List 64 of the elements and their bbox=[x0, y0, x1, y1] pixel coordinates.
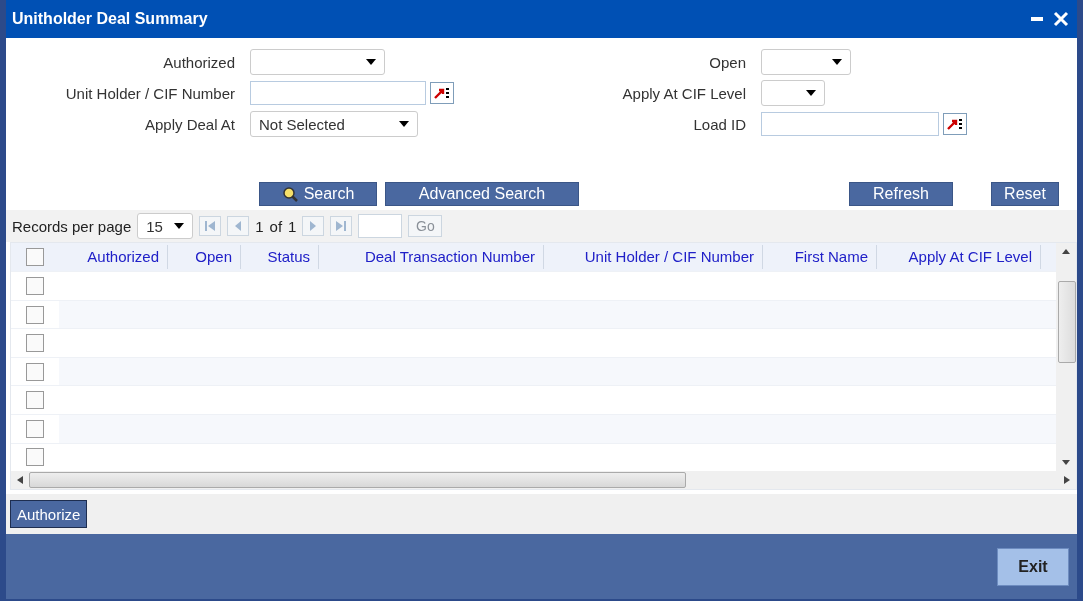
window-title: Unitholder Deal Summary bbox=[12, 10, 208, 28]
field-label: Load ID bbox=[692, 115, 746, 133]
row-checkbox[interactable] bbox=[26, 334, 44, 353]
field-label: Apply At CIF Level bbox=[621, 84, 746, 102]
first-page-button[interactable] bbox=[199, 216, 222, 236]
first-page-icon bbox=[204, 220, 217, 232]
arrow-list-icon bbox=[434, 87, 450, 99]
previous-page-icon bbox=[233, 220, 244, 232]
caret-icon bbox=[832, 59, 842, 65]
exit-button[interactable]: Exit bbox=[997, 547, 1069, 586]
column-header[interactable]: Apply At CIF Level bbox=[877, 245, 1041, 270]
close-icon[interactable] bbox=[1053, 11, 1069, 27]
scroll-right-icon[interactable] bbox=[1064, 476, 1070, 484]
page-input-field[interactable] bbox=[358, 214, 403, 238]
next-page-button[interactable] bbox=[302, 216, 325, 236]
search-icon bbox=[281, 186, 298, 202]
caret-icon bbox=[366, 59, 376, 65]
field-label: Authorized bbox=[162, 53, 235, 71]
vertical-scrollbar[interactable] bbox=[1056, 243, 1076, 471]
caret-icon bbox=[399, 121, 409, 127]
horizontal-scrollbar[interactable] bbox=[11, 471, 1076, 489]
row-checkbox[interactable] bbox=[26, 448, 44, 467]
lookup-button[interactable] bbox=[943, 113, 967, 135]
column-header[interactable]: Unit Holder / CIF Number bbox=[544, 245, 763, 270]
field-label: Open bbox=[708, 53, 746, 71]
field-label: Unit Holder / CIF Number bbox=[64, 84, 235, 102]
column-header[interactable]: First Name bbox=[763, 245, 877, 270]
current-page: 1 bbox=[255, 217, 264, 235]
lookup-button[interactable] bbox=[430, 82, 454, 104]
row-checkbox[interactable] bbox=[26, 305, 44, 324]
dropdown[interactable] bbox=[250, 49, 385, 75]
dropdown[interactable] bbox=[761, 80, 825, 106]
scroll-up-icon[interactable] bbox=[1062, 249, 1070, 254]
previous-page-button[interactable] bbox=[227, 216, 250, 236]
page-size-dropdown[interactable]: 15 bbox=[137, 213, 194, 239]
row-checkbox[interactable] bbox=[26, 391, 44, 410]
records-per-page-label: Records per page bbox=[12, 217, 132, 235]
caret-icon bbox=[174, 223, 185, 229]
dropdown[interactable] bbox=[761, 49, 851, 75]
input-field[interactable] bbox=[761, 112, 939, 136]
column-header[interactable]: Deal Transaction Number bbox=[319, 245, 544, 270]
dropdown[interactable]: Not Selected bbox=[250, 111, 418, 137]
refresh-button[interactable]: Refresh bbox=[849, 182, 953, 206]
total-pages: 1 bbox=[288, 217, 297, 235]
column-header[interactable]: Status bbox=[241, 245, 319, 270]
authorize-button[interactable]: Authorize bbox=[10, 500, 88, 528]
row-checkbox[interactable] bbox=[26, 277, 44, 296]
input-field[interactable] bbox=[250, 81, 426, 105]
arrow-list-icon bbox=[947, 118, 963, 130]
scroll-left-icon[interactable] bbox=[17, 476, 23, 484]
field-label: Apply Deal At bbox=[143, 115, 235, 133]
last-page-button[interactable] bbox=[330, 216, 353, 236]
select-all-checkbox[interactable] bbox=[26, 248, 44, 267]
row-checkbox[interactable] bbox=[26, 362, 44, 381]
of-label: of bbox=[269, 217, 283, 235]
search-button[interactable]: Search bbox=[259, 182, 377, 206]
column-header[interactable]: Open bbox=[168, 245, 241, 270]
column-header[interactable]: Authorized bbox=[59, 245, 168, 270]
last-page-icon bbox=[335, 220, 348, 232]
caret-icon bbox=[806, 90, 816, 96]
reset-button[interactable]: Reset bbox=[991, 182, 1059, 206]
advanced-search-button[interactable]: Advanced Search bbox=[385, 182, 579, 206]
scroll-down-icon[interactable] bbox=[1062, 460, 1070, 465]
row-checkbox[interactable] bbox=[26, 419, 44, 438]
